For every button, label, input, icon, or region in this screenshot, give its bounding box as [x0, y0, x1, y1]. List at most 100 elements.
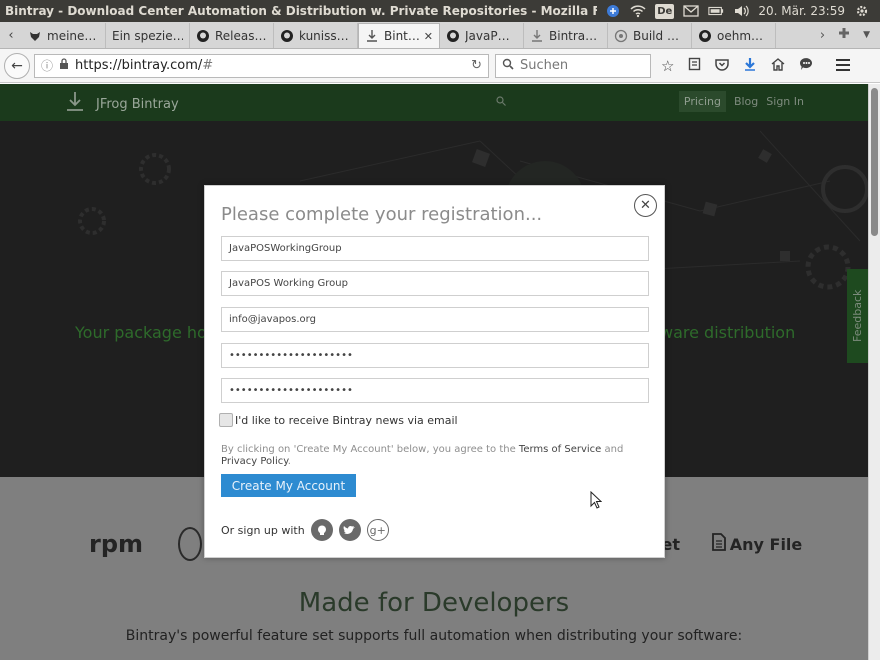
- search-placeholder: Suchen: [520, 58, 569, 73]
- site-brand[interactable]: JFrog Bintray: [64, 90, 179, 119]
- system-clock[interactable]: 20. Mär. 23:59: [758, 4, 845, 18]
- wifi-icon[interactable]: [630, 4, 646, 18]
- full-name-field[interactable]: JavaPOS Working Group: [221, 271, 649, 296]
- create-account-button[interactable]: Create My Account: [221, 474, 356, 497]
- privacy-policy-link[interactable]: Privacy Policy: [221, 456, 288, 467]
- confirm-password-field[interactable]: •••••••••••••••••••••: [221, 378, 649, 403]
- url-path: #: [202, 58, 214, 73]
- toolbar-icons: ☆: [661, 57, 851, 75]
- back-button[interactable]: ←: [4, 52, 30, 79]
- tab-strip-controls: › ▼: [820, 22, 880, 48]
- modal-title: Please complete your registration...: [221, 204, 543, 225]
- downloads-icon[interactable]: [743, 57, 757, 75]
- github-icon: [280, 29, 294, 43]
- tab-scroll-left-button[interactable]: ‹: [0, 22, 22, 48]
- info-icon[interactable]: ⓘ: [41, 57, 53, 74]
- username-field[interactable]: JavaPOSWorkingGroup: [221, 236, 649, 261]
- browser-tab[interactable]: Releas…: [190, 23, 274, 48]
- scrollbar-thumb[interactable]: [871, 88, 878, 236]
- close-tab-icon[interactable]: ✕: [424, 30, 433, 43]
- twitter-icon[interactable]: [338, 519, 361, 541]
- power-gear-icon[interactable]: [854, 4, 870, 18]
- password-field[interactable]: •••••••••••••••••••••: [221, 343, 649, 368]
- mouse-cursor-icon: [590, 491, 602, 509]
- tab-label: Ein spezie…: [112, 28, 183, 43]
- any-file-logo: Any File: [707, 519, 807, 569]
- build-icon: [614, 29, 628, 43]
- page-scrollbar[interactable]: [868, 84, 880, 660]
- tab-label: kuniss…: [299, 28, 349, 43]
- browser-tab[interactable]: kuniss…: [274, 23, 358, 48]
- newsletter-label[interactable]: I'd like to receive Bintray news via ema…: [235, 414, 458, 427]
- fox-icon: [28, 29, 42, 43]
- browser-tab-active[interactable]: Bint… ✕: [358, 23, 440, 48]
- browser-tab-strip: ‹ meine… Ein spezie… Releas… kuniss… Bin…: [0, 22, 880, 49]
- pocket-icon[interactable]: [715, 57, 730, 75]
- feedback-tab[interactable]: Feedback: [847, 269, 868, 363]
- list-all-tabs-chevron-icon[interactable]: ▼: [863, 30, 870, 40]
- newsletter-checkbox[interactable]: [219, 413, 233, 427]
- developers-title: Made for Developers: [298, 588, 570, 618]
- browser-tab[interactable]: Bintra…: [524, 23, 608, 48]
- github-icon: [446, 29, 460, 43]
- browser-tab[interactable]: JavaP…: [440, 23, 524, 48]
- url-host: https://bintray.com/: [75, 58, 203, 73]
- url-bar[interactable]: ⓘ https://bintray.com/# ↻: [34, 53, 489, 78]
- newsletter-option: I'd like to receive Bintray news via ema…: [219, 413, 458, 427]
- legal-end-text: .: [287, 456, 291, 467]
- tab-label: JavaP…: [465, 28, 510, 43]
- site-header: JFrog Bintray Pricing Blog Sign In: [0, 84, 868, 121]
- volume-icon[interactable]: [733, 4, 750, 18]
- browser-tab[interactable]: Build …: [608, 23, 692, 48]
- legal-text: By clicking on 'Create My Account' below…: [221, 444, 519, 455]
- keyboard-layout-badge[interactable]: De: [655, 3, 675, 19]
- tab-label: Releas…: [215, 28, 267, 43]
- browser-tab[interactable]: Ein spezie…: [106, 23, 190, 48]
- hero-tagline-left: Your package ho: [75, 323, 207, 342]
- browser-tab[interactable]: oehm…: [692, 23, 776, 48]
- reload-icon[interactable]: ↻: [471, 58, 482, 73]
- bookmark-star-icon[interactable]: ☆: [661, 57, 674, 75]
- terms-of-service-link[interactable]: Terms of Service: [519, 444, 601, 455]
- tab-scroll-right-button[interactable]: ›: [820, 28, 825, 43]
- reading-list-icon[interactable]: [688, 57, 701, 75]
- bintray-icon: [530, 29, 544, 43]
- hamburger-menu-icon[interactable]: [836, 57, 851, 75]
- hero-tagline-right: ware distribution: [660, 323, 796, 342]
- file-icon: [711, 533, 726, 555]
- home-icon[interactable]: [771, 57, 785, 75]
- browser-tab[interactable]: meine…: [22, 23, 106, 48]
- github-icon: [698, 29, 712, 43]
- google-plus-icon[interactable]: g+: [366, 519, 389, 541]
- pricing-link[interactable]: Pricing: [678, 91, 726, 112]
- circle-logo-icon: [178, 519, 202, 569]
- search-icon: [502, 58, 514, 74]
- window-title: Bintray - Download Center Automation & D…: [5, 4, 640, 18]
- new-tab-plus-icon[interactable]: [837, 26, 851, 44]
- email-field[interactable]: info@javapos.org: [221, 307, 649, 332]
- github-icon: [196, 29, 210, 43]
- github-icon[interactable]: [310, 519, 333, 541]
- system-tray: De 20. Mär. 23:59: [597, 0, 880, 22]
- site-search-icon[interactable]: [496, 95, 506, 109]
- close-modal-button[interactable]: ✕: [634, 194, 657, 217]
- url-text: https://bintray.com/#: [75, 58, 465, 73]
- rpm-logo: rpm: [88, 530, 144, 558]
- tab-label: meine…: [47, 28, 97, 43]
- social-signup-row: Or sign up with g+: [221, 519, 389, 541]
- battery-icon[interactable]: [708, 4, 724, 18]
- browser-nav-bar: ← ⓘ https://bintray.com/# ↻ Suchen ☆: [0, 49, 880, 83]
- blog-link[interactable]: Blog: [734, 95, 758, 108]
- dropbox-sync-icon[interactable]: [605, 4, 621, 18]
- site-nav-links: Pricing Blog Sign In: [678, 91, 804, 112]
- os-top-panel: Bintray - Download Center Automation & D…: [0, 0, 880, 22]
- developers-subtitle: Bintray's powerful feature set supports …: [125, 628, 743, 644]
- brand-name: JFrog Bintray: [96, 97, 179, 112]
- sign-in-link[interactable]: Sign In: [766, 95, 804, 108]
- tab-label: Build …: [633, 28, 679, 43]
- chat-icon[interactable]: [799, 57, 814, 75]
- legal-notice: By clicking on 'Create My Account' below…: [221, 444, 641, 468]
- search-input[interactable]: Suchen: [495, 53, 651, 78]
- any-file-label: Any File: [729, 534, 803, 554]
- mail-icon[interactable]: [683, 4, 699, 18]
